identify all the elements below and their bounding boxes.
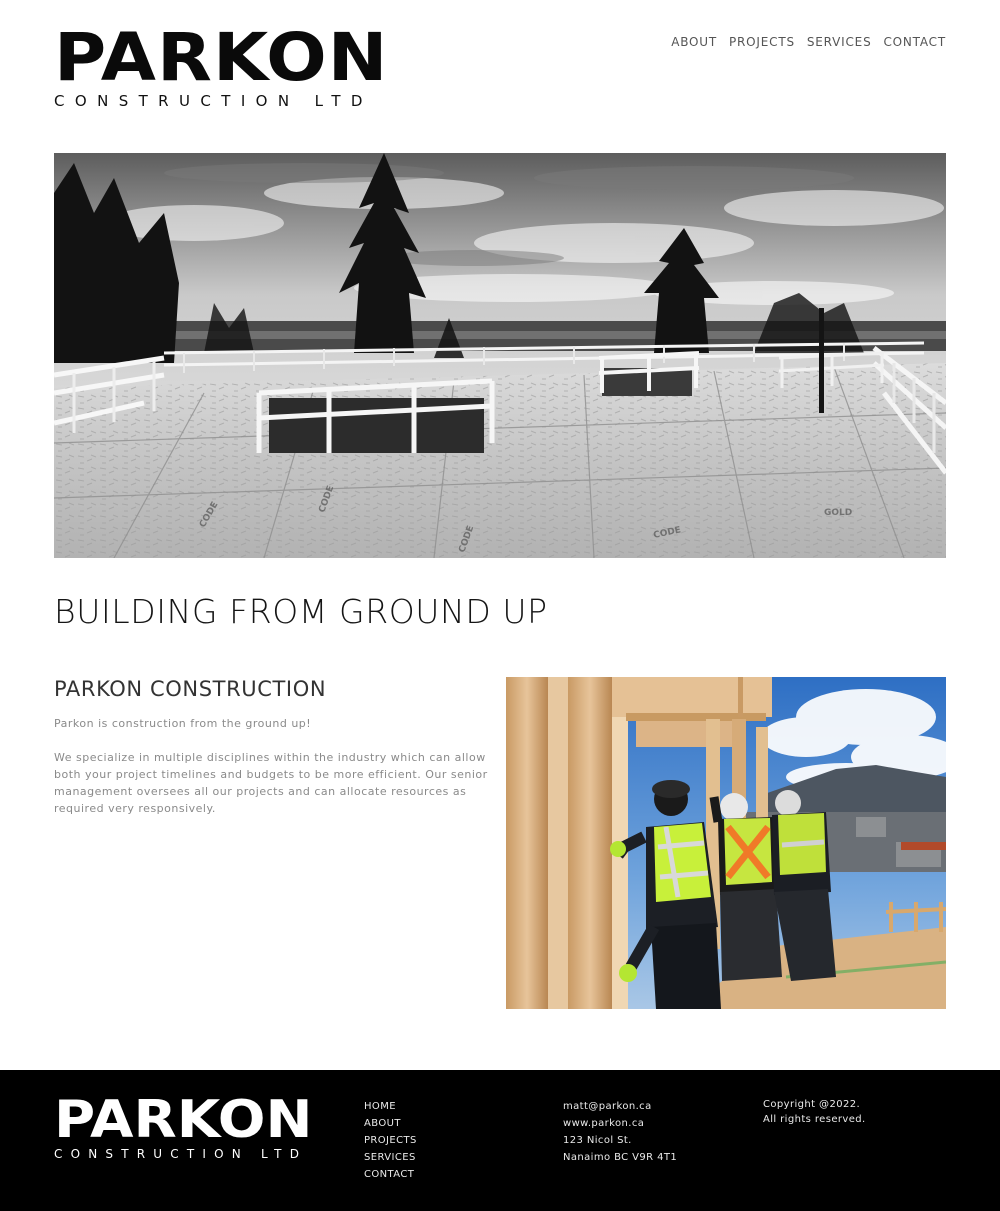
footer-nav-about[interactable]: ABOUT [364, 1115, 417, 1132]
footer-nav-projects[interactable]: PROJECTS [364, 1132, 417, 1149]
footer-nav-contact[interactable]: CONTACT [364, 1166, 417, 1183]
footer-contact: matt@parkon.ca www.parkon.ca 123 Nicol S… [563, 1098, 677, 1166]
crew-photo [506, 677, 946, 1009]
footer-nav: HOME ABOUT PROJECTS SERVICES CONTACT [364, 1098, 417, 1183]
framing-crew-photo [506, 677, 946, 1009]
footer-logo[interactable]: PARKON CONSTRUCTION LTD [54, 1094, 344, 1161]
footer-email-link[interactable]: matt@parkon.ca [563, 1098, 677, 1115]
copyright-line2: All rights reserved. [763, 1113, 866, 1125]
section-title: PARKON CONSTRUCTION [54, 677, 327, 701]
nav-services[interactable]: SERVICES [807, 35, 872, 49]
nav-about[interactable]: ABOUT [671, 35, 717, 49]
page-headline: BUILDING FROM GROUND UP [54, 592, 548, 631]
copyright-line1: Copyright @2022. [763, 1099, 861, 1110]
site-header: PARKON CONSTRUCTION LTD ABOUT PROJECTS S… [0, 0, 1000, 130]
intro-section: PARKON CONSTRUCTION Parkon is constructi… [54, 677, 496, 817]
nav-projects[interactable]: PROJECTS [729, 35, 795, 49]
site-footer: PARKON CONSTRUCTION LTD HOME ABOUT PROJE… [0, 1070, 1000, 1211]
hero-image: CODE CODE CODE GOLD CODE [54, 153, 946, 558]
footer-copyright: Copyright @2022. All rights reserved. [763, 1098, 866, 1127]
footer-nav-home[interactable]: HOME [364, 1098, 417, 1115]
site-logo[interactable]: PARKON CONSTRUCTION LTD [54, 25, 414, 111]
footer-website-link[interactable]: www.parkon.ca [563, 1115, 677, 1132]
footer-address-line2: Nanaimo BC V9R 4T1 [563, 1152, 678, 1163]
services-paragraph: We specialize in multiple disciplines wi… [54, 751, 488, 815]
main-nav: ABOUT PROJECTS SERVICES CONTACT [671, 35, 946, 49]
footer-address-line1: 123 Nicol St. [563, 1135, 632, 1146]
intro-paragraph: Parkon is construction from the ground u… [54, 717, 312, 730]
svg-text:GOLD: GOLD [824, 508, 852, 518]
logo-wordmark: PARKON [54, 19, 389, 96]
rooftop-deck-photo: CODE CODE CODE GOLD CODE [54, 153, 946, 558]
footer-logo-wordmark: PARKON [54, 1090, 313, 1150]
nav-contact[interactable]: CONTACT [883, 35, 946, 49]
footer-nav-services[interactable]: SERVICES [364, 1149, 417, 1166]
